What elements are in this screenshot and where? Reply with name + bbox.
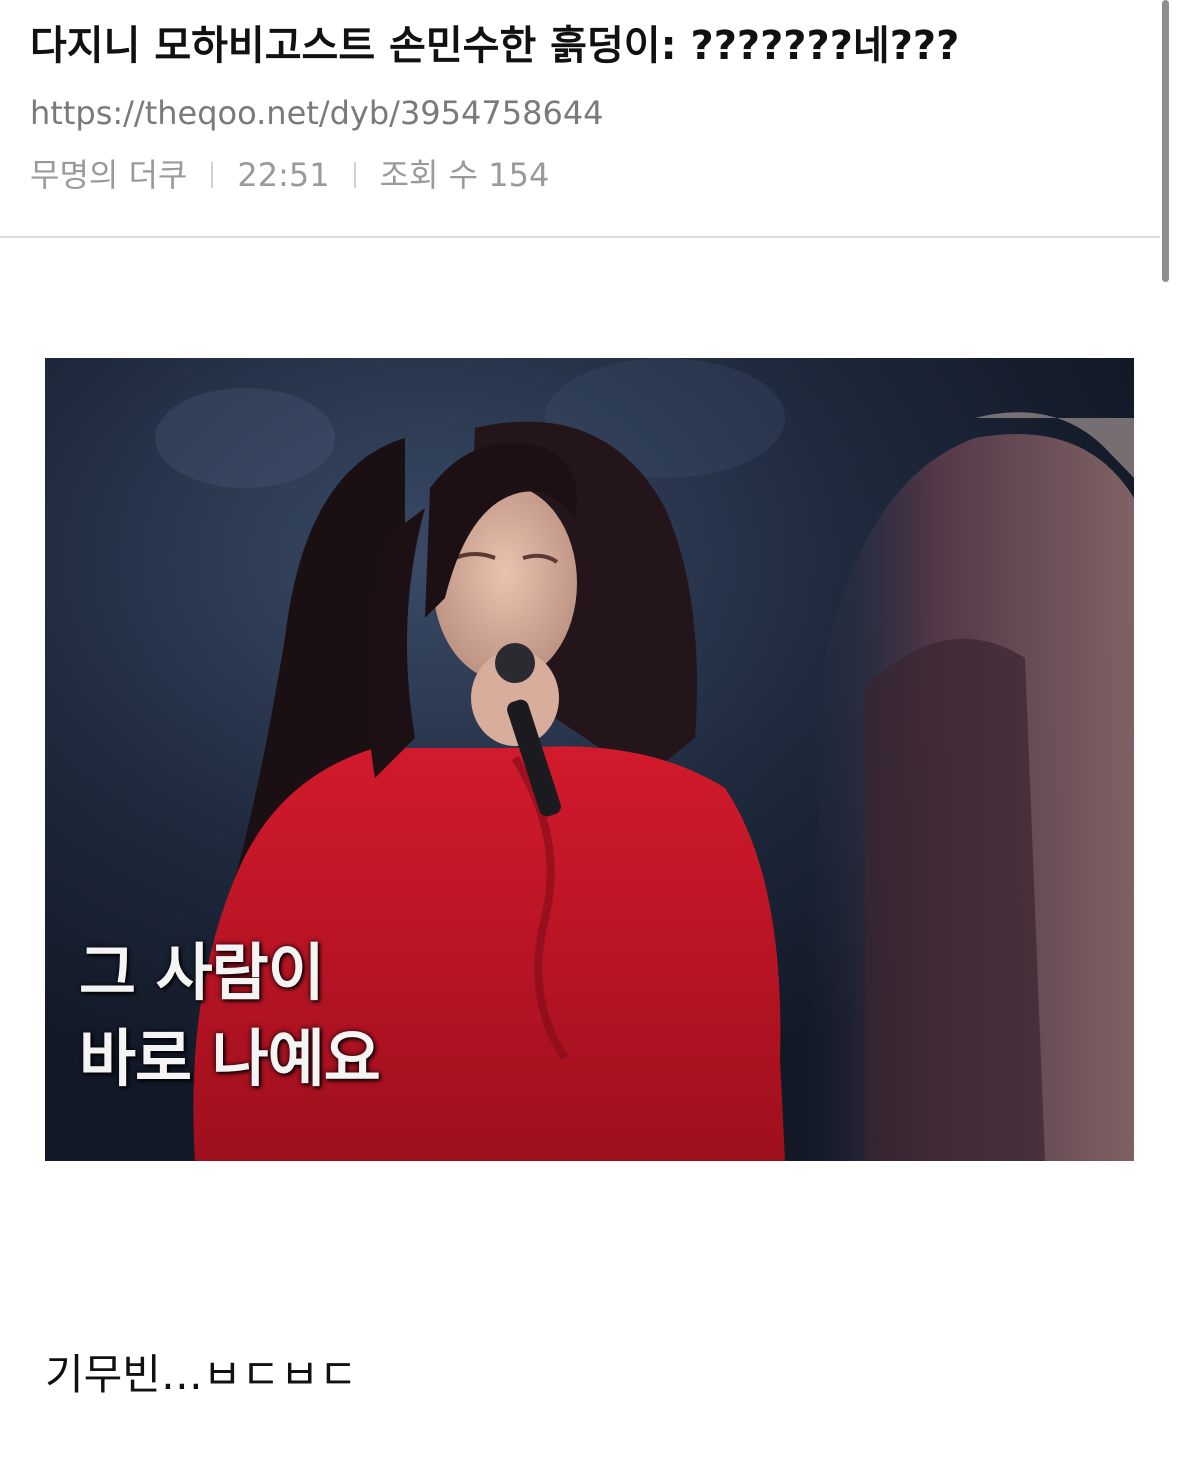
caption-line: 그 사람이 (79, 936, 325, 1009)
post-title: 다지니 모하비고스트 손민수한 흙덩이: ???????네??? (30, 23, 960, 69)
author-name[interactable]: 무명의 더쿠 (30, 154, 187, 196)
post-time: 22:51 (237, 156, 330, 194)
post-image[interactable]: 그 사람이 바로 나예요 (45, 358, 1134, 1161)
post-meta: 무명의 더쿠 22:51 조회 수 154 (30, 154, 549, 196)
image-caption: 그 사람이 바로 나예요 (79, 930, 381, 1102)
caption-line: 바로 나예요 (79, 1022, 381, 1095)
scrollbar-thumb[interactable] (1162, 0, 1169, 282)
meta-divider (353, 162, 356, 188)
view-count: 조회 수 154 (379, 156, 550, 194)
post-header: 다지니 모하비고스트 손민수한 흙덩이: ???????네??? https:/… (0, 0, 1160, 238)
meta-divider (211, 162, 214, 188)
post-body-text: 기무빈…ㅂㄷㅂㄷ (45, 1350, 358, 1399)
post-url-link[interactable]: https://theqoo.net/dyb/3954758644 (30, 92, 604, 134)
post-view: 다지니 모하비고스트 손민수한 흙덩이: ???????네??? https:/… (0, 0, 1179, 1471)
